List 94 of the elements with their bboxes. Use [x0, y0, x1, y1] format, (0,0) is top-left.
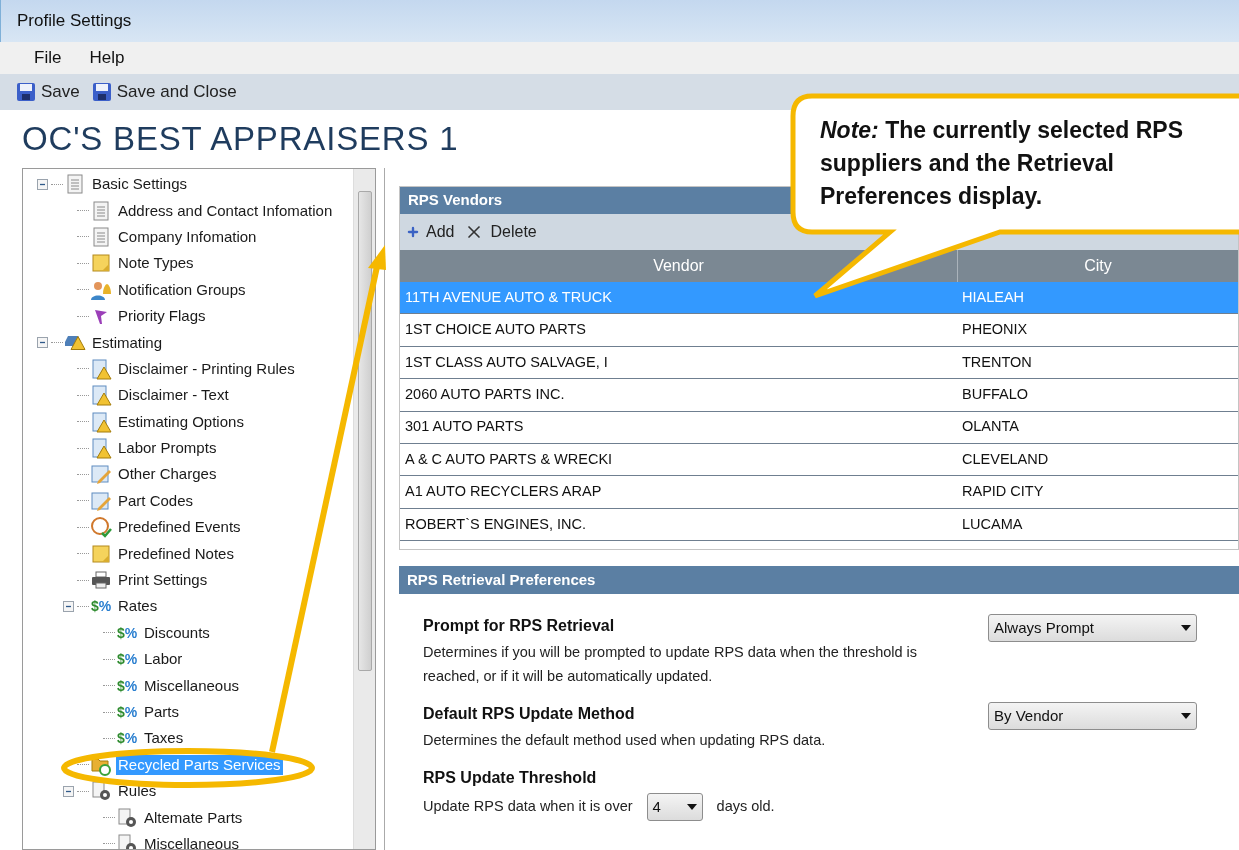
form-pencil-icon	[90, 489, 112, 512]
table-cell-text: CLEVELAND	[961, 449, 1050, 469]
table-cell-text: OLANTA	[961, 417, 1020, 437]
tree-item[interactable]: Company Infomation	[116, 226, 259, 247]
setting-label: RPS Update Threshold	[423, 768, 598, 789]
tree-item[interactable]: Note Types	[116, 253, 196, 274]
column-header[interactable]: City	[958, 250, 1238, 282]
tree-item[interactable]: Altemate Parts	[142, 807, 245, 828]
panel-title: RPS Vendors	[408, 190, 503, 211]
document-warning-icon	[90, 384, 112, 407]
delete-button[interactable]: Delete	[464, 220, 537, 244]
tree-item[interactable]: Disclaimer - Printing Rules	[116, 358, 297, 379]
scrollbar[interactable]	[353, 169, 375, 849]
document-icon	[90, 225, 112, 248]
table-cell-text: RAPID CITY	[961, 482, 1045, 502]
table-cell-text: 11TH AVENUE AUTO & TRUCK	[404, 287, 613, 307]
table-cell-text: BUFFALO	[961, 385, 1030, 404]
collapse-icon[interactable]	[63, 600, 74, 612]
menu-item[interactable]: Help	[89, 45, 125, 71]
table-cell-text: 1ST CLASS AUTO SALVAGE, I	[404, 352, 609, 372]
dropdown[interactable]: 4	[646, 793, 703, 822]
table-cell-text: 1ST CHOICE AUTO PARTS	[404, 320, 588, 340]
tree-item[interactable]: Disclaimer - Text	[116, 385, 231, 406]
document-gear-icon	[116, 806, 138, 829]
tree-item[interactable]: Estimating Options	[116, 411, 246, 432]
tree-item[interactable]: Estimating	[90, 332, 165, 353]
tree-item[interactable]: Discounts	[142, 622, 212, 643]
tree-item[interactable]: Print Settings	[116, 570, 210, 591]
tree-item[interactable]: Rates	[116, 596, 160, 617]
document-icon	[64, 173, 86, 196]
document-warning-icon	[90, 410, 112, 433]
tree-item[interactable]: Rules	[116, 781, 159, 802]
tree-item[interactable]: Miscellaneous	[142, 833, 242, 849]
tree-item[interactable]: Parts	[142, 702, 181, 722]
form-pencil-icon	[90, 463, 112, 486]
tree-item[interactable]: Priority Flags	[116, 306, 208, 327]
rate-icon: $%	[116, 652, 138, 667]
collapse-icon[interactable]	[37, 178, 48, 190]
caret-icon	[1181, 625, 1191, 632]
clock-check-icon	[90, 516, 112, 539]
tree-item[interactable]: Miscellaneous	[142, 675, 242, 696]
tree-item[interactable]: Basic Settings	[90, 174, 190, 195]
tree-item[interactable]: Other Charges	[116, 464, 219, 485]
document-gear-icon	[90, 780, 112, 803]
dropdown[interactable]: By Vendor	[988, 702, 1197, 731]
panel-title: RPS Retrieval Preferences	[407, 569, 596, 590]
tree-item[interactable]: Part Codes	[116, 490, 196, 511]
table-cell-text: TRENTON	[961, 352, 1033, 372]
rate-icon: $%	[116, 705, 138, 719]
table-cell-text: LUCAMA	[961, 514, 1024, 534]
toolbar-button[interactable]: Save	[16, 79, 80, 105]
collapse-icon[interactable]	[63, 785, 74, 797]
callout-text: Note: The currently selected RPS suppliers and the Retrieval Preferences display.	[820, 116, 1184, 211]
setting-description: Update RPS data when it is over	[423, 797, 633, 817]
tree-item[interactable]: Notification Groups	[116, 279, 248, 300]
note-icon	[90, 252, 112, 275]
rate-icon: $%	[116, 625, 138, 640]
setting-description: Determines the default method used when updating RPS data.	[423, 731, 827, 751]
document-warning-icon	[90, 437, 112, 460]
tree-item[interactable]: Predefined Events	[116, 517, 243, 538]
rate-icon: $%	[90, 599, 112, 614]
table-cell-text: 301 AUTO PARTS	[404, 417, 525, 437]
document-warning-icon	[90, 357, 112, 380]
tree-item[interactable]: Address and Contact Infomation	[116, 200, 335, 221]
dropdown[interactable]: Always Prompt	[988, 614, 1197, 643]
setting-description: Determines if you will be prompted to update RPS data when the threshold is reached, or if it will be automatically updated.	[423, 643, 919, 687]
add-button[interactable]: Add	[406, 220, 455, 244]
table-cell-text: 2060 AUTO PARTS INC.	[404, 385, 566, 404]
window-title: Profile Settings	[17, 10, 132, 33]
rate-icon: $%	[116, 678, 138, 693]
caret-icon	[686, 804, 697, 811]
tree-item[interactable]: Labor	[142, 649, 185, 670]
collapse-icon[interactable]	[37, 337, 48, 349]
setting-description: days old.	[716, 797, 775, 817]
table-cell-text: A & C AUTO PARTS & WRECKI	[404, 449, 614, 469]
caret-icon	[1181, 713, 1191, 720]
document-icon	[90, 199, 112, 222]
tree-item[interactable]: Taxes	[142, 728, 186, 749]
page-heading: OC'S BEST APPRAISERS 1	[22, 119, 459, 160]
table-cell-text: ROBERT`S ENGINES, INC.	[404, 514, 587, 534]
table-cell-text: A1 AUTO RECYCLERS ARAP	[404, 482, 603, 502]
table-cell-text: HIALEAH	[961, 287, 1026, 307]
menu-item[interactable]: File	[34, 45, 62, 71]
setting-label: Prompt for RPS Retrieval	[423, 616, 616, 637]
tree-item[interactable]: Labor Prompts	[116, 438, 219, 459]
toolbar-button[interactable]: Save and Close	[91, 79, 237, 105]
printer-icon	[90, 569, 112, 592]
setting-label: Default RPS Update Method	[423, 704, 636, 725]
note-icon	[90, 542, 112, 565]
table-cell-text: PHEONIX	[961, 320, 1029, 340]
rate-icon: $%	[116, 731, 138, 746]
tree-item[interactable]: Predefined Notes	[116, 543, 236, 564]
car-warning-icon	[64, 335, 86, 350]
plus-icon	[406, 225, 420, 239]
